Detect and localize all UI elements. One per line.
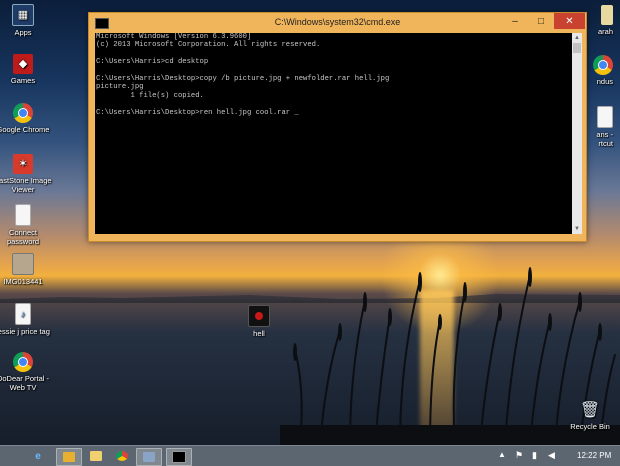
desktop-icon-label: Connect password <box>6 228 40 246</box>
taskbar-internet-explorer[interactable]: e <box>26 448 50 464</box>
internet-explorer-icon: e <box>35 450 41 462</box>
maximize-button[interactable]: □ <box>528 13 554 29</box>
desktop-icon-games[interactable]: ◆ Games <box>0 54 52 85</box>
hell-file-icon <box>248 305 270 327</box>
clock[interactable]: 12:22 PM <box>577 451 611 460</box>
cmd-titlebar[interactable]: C:\Windows\system32\cmd.exe – □ ✕ <box>89 13 586 33</box>
scroll-down-arrow-icon[interactable]: ▼ <box>572 224 582 234</box>
image-file-icon <box>12 253 34 275</box>
desktop-icon-label: jessie j price tag <box>0 327 50 336</box>
apps-icon: ▦ <box>12 4 34 26</box>
desktop-icon-label: FastStone Image Viewer <box>0 176 52 194</box>
document-icon <box>15 204 31 226</box>
minimize-button[interactable]: – <box>502 13 528 29</box>
desktop-icon-label: Games <box>10 76 36 85</box>
desktop-icon-google-chrome[interactable]: Google Chrome <box>0 103 52 134</box>
console-line: 1 file(s) copied. <box>96 91 204 100</box>
taskbar-cmd[interactable] <box>166 448 192 466</box>
network-icon[interactable]: ▮ <box>532 450 537 461</box>
desktop-icon-label: hell <box>253 329 265 338</box>
media-player-icon <box>63 452 75 462</box>
audio-file-icon: ♪ <box>15 303 31 325</box>
console-output[interactable]: Microsoft Windows [Version 6.3.9600] (c)… <box>95 33 572 234</box>
faststone-icon: ✶ <box>13 154 33 174</box>
console-prompt-line[interactable]: C:\Users\Harris\Desktop>ren hell.jpg coo… <box>96 109 299 117</box>
taskbar: e ▲ ⚑ ▮ ◀ 12:22 PM <box>0 445 620 466</box>
games-icon: ◆ <box>13 54 33 74</box>
taskbar-file-explorer[interactable] <box>84 448 108 464</box>
desktop-icon-jessie-j-price-tag[interactable]: ♪ jessie j price tag <box>0 303 52 336</box>
vertical-scrollbar[interactable]: ▲ ▼ <box>572 33 582 234</box>
desktop-icon-recycle-bin[interactable]: 🗑 Recycle Bin <box>561 400 619 431</box>
recycle-bin-icon: 🗑 <box>579 401 601 419</box>
desktop-icon-connect-password[interactable]: Connect password <box>0 204 52 246</box>
desktop-icon-label: Apps <box>14 28 32 37</box>
console-line: picture.jpg <box>96 83 144 92</box>
desktop-icon-hell[interactable]: hell <box>230 305 288 338</box>
flag-icon[interactable]: ⚑ <box>515 450 523 461</box>
chrome-icon <box>116 451 128 461</box>
chrome-icon <box>13 103 33 123</box>
folder-icon <box>601 5 613 25</box>
taskbar-chrome[interactable] <box>110 448 134 464</box>
folder-icon <box>90 451 102 461</box>
shortcut-icon <box>597 106 613 128</box>
command-prompt-icon <box>172 451 186 463</box>
console-text: Microsoft Windows [Version 6.3.9600] (c)… <box>95 33 572 117</box>
scrollbar-thumb[interactable] <box>573 43 581 53</box>
taskbar-media-player[interactable] <box>56 448 82 466</box>
chrome-icon <box>13 352 33 372</box>
console-line: (c) 2013 Microsoft Corporation. All righ… <box>96 41 321 50</box>
desktop-icon-label: Recycle Bin <box>570 422 610 431</box>
taskbar-faststone[interactable] <box>136 448 162 466</box>
desktop-icon-label: DoDear Portal - Web TV <box>0 374 50 392</box>
cmd-window[interactable]: C:\Windows\system32\cmd.exe – □ ✕ Micros… <box>88 12 587 242</box>
desktop-icon-dodear-portal[interactable]: DoDear Portal - Web TV <box>0 352 52 392</box>
desktop-icon-label: IMG013441 <box>3 277 43 286</box>
desktop-icon-img013441[interactable]: IMG013441 <box>0 253 52 286</box>
desktop-icon-label: Google Chrome <box>0 125 50 134</box>
chrome-icon <box>593 55 613 75</box>
volume-icon[interactable]: ◀ <box>548 450 555 461</box>
console-line: C:\Users\Harris>cd desktop <box>96 58 209 67</box>
tray-overflow-arrow-icon[interactable]: ▲ <box>498 450 506 459</box>
desktop-icon-apps[interactable]: ▦ Apps <box>0 4 52 37</box>
console-line: Microsoft Windows [Version 6.3.9600] <box>96 33 252 41</box>
close-button[interactable]: ✕ <box>554 13 585 29</box>
console-line: C:\Users\Harris\Desktop>copy /b picture.… <box>96 75 390 84</box>
desktop-icon-faststone[interactable]: ✶ FastStone Image Viewer <box>0 154 52 194</box>
scroll-up-arrow-icon[interactable]: ▲ <box>572 33 582 43</box>
faststone-icon <box>143 452 155 462</box>
